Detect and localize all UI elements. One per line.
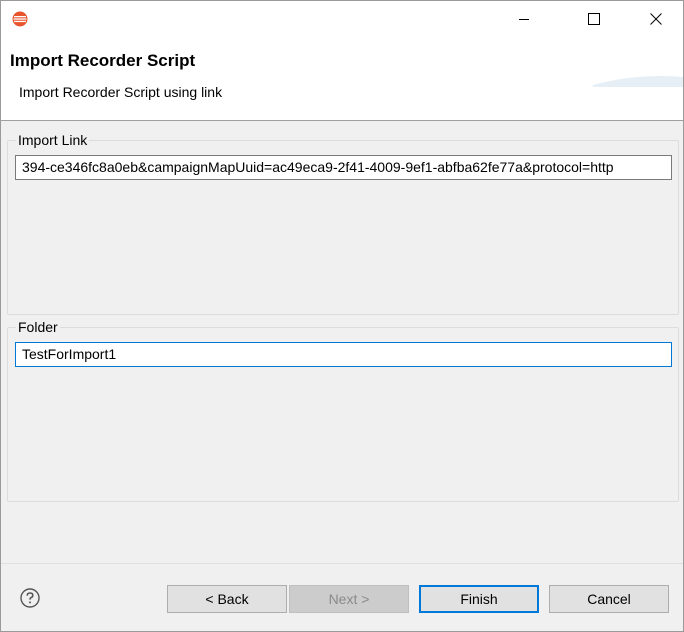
- header-decoration: [593, 76, 683, 87]
- import-link-label: Import Link: [16, 132, 90, 148]
- folder-group: Folder TestForImport1: [7, 319, 679, 502]
- button-bar-divider: [1, 563, 683, 564]
- import-link-value: 394-ce346fc8a0eb&campaignMapUuid=ac49eca…: [22, 159, 614, 175]
- wizard-description: Import Recorder Script using link: [19, 84, 223, 100]
- import-link-input[interactable]: 394-ce346fc8a0eb&campaignMapUuid=ac49eca…: [15, 155, 672, 180]
- wizard-header: Import Recorder Script Import Recorder S…: [1, 37, 683, 121]
- maximize-button[interactable]: [571, 1, 617, 37]
- import-dialog-window: Import Recorder Script Import Recorder S…: [0, 0, 684, 632]
- title-bar[interactable]: [1, 1, 683, 37]
- folder-label: Folder: [16, 319, 60, 335]
- maximize-icon: [588, 13, 600, 25]
- finish-button[interactable]: Finish: [419, 585, 539, 613]
- help-icon[interactable]: [20, 588, 40, 608]
- folder-value: TestForImport1: [22, 346, 117, 362]
- folder-input[interactable]: TestForImport1: [15, 342, 672, 367]
- cancel-button[interactable]: Cancel: [549, 585, 669, 613]
- close-button[interactable]: [633, 1, 679, 37]
- back-button[interactable]: < Back: [167, 585, 287, 613]
- minimize-icon: [519, 19, 529, 20]
- eclipse-app-icon: [12, 11, 28, 27]
- next-button[interactable]: Next >: [289, 585, 409, 613]
- minimize-button[interactable]: [501, 1, 547, 37]
- close-icon: [650, 13, 662, 25]
- import-link-group: Import Link 394-ce346fc8a0eb&campaignMap…: [7, 132, 679, 315]
- wizard-title: Import Recorder Script: [10, 51, 196, 70]
